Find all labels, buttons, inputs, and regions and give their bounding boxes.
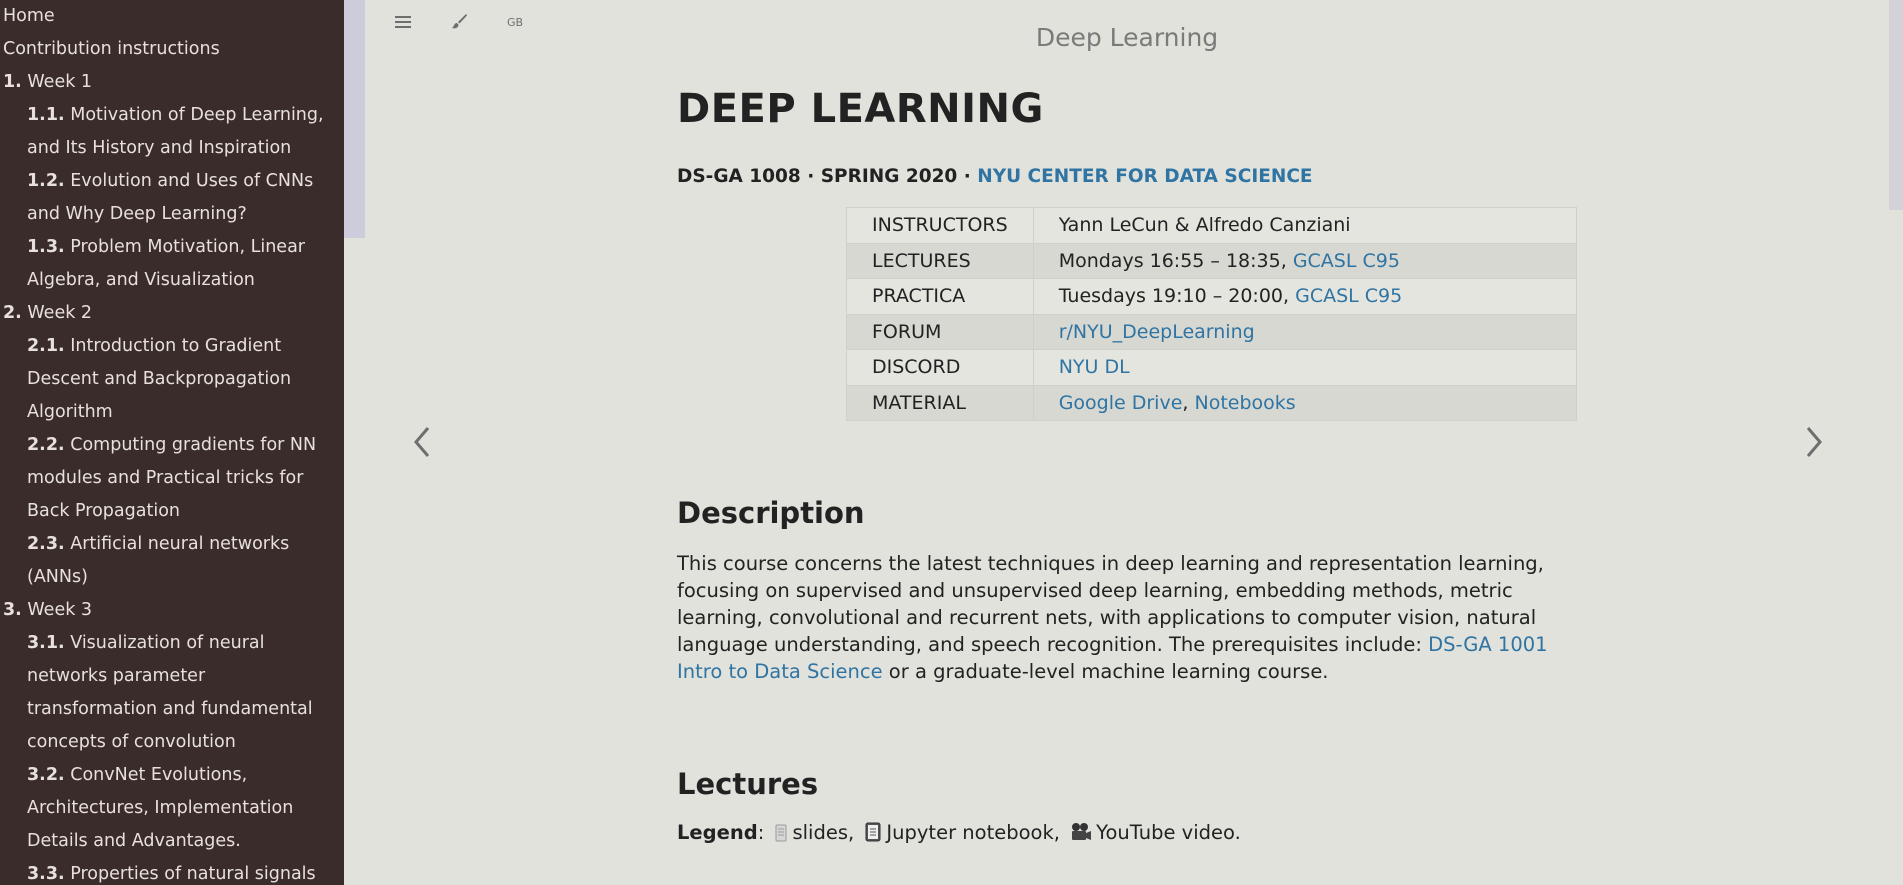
sidebar-item-label: Motivation of Deep Learning, and Its His… [27,105,324,158]
table-row: MATERIAL Google Drive, Notebooks [846,384,1578,421]
sidebar-item-number: 2.1. [27,336,65,356]
sidebar-item-number: 1.3. [27,237,65,257]
sidebar-item-number: 2.3. [27,534,65,554]
course-subtitle: DS-GA 1008 · SPRING 2020 · NYU CENTER FO… [677,166,1577,187]
sidebar-item[interactable]: 1.1. Motivation of Deep Learning, and It… [0,99,344,165]
legend-label: Legend [677,821,758,844]
previous-chapter-arrow-icon[interactable] [402,422,442,462]
sidebar-item-label: Evolution and Uses of CNNs and Why Deep … [27,171,314,224]
legend-colon: : [757,821,765,844]
sidebar-item-number: 1.1. [27,105,65,125]
notebook-icon [864,822,882,847]
forum-value: r/NYU_DeepLearning [1032,313,1578,350]
practica-value: Tuesdays 19:10 – 20:00, GCASL C95 [1032,278,1578,315]
course-info-table: INSTRUCTORS Yann LeCun & Alfredo Canzian… [846,207,1578,421]
sidebar-item[interactable]: 3.1. Visualization of neural networks pa… [0,627,344,759]
page-title: DEEP LEARNING [677,86,1044,132]
sidebar-scrollbar[interactable] [344,0,365,238]
practica-location-link[interactable]: GCASL C95 [1295,285,1402,307]
sidebar-item[interactable]: 3. Week 3 [0,594,344,627]
material-separator: , [1182,391,1195,414]
table-row: PRACTICA Tuesdays 19:10 – 20:00, GCASL C… [846,278,1578,315]
google-drive-link[interactable]: Google Drive [1059,392,1183,414]
slides-icon [774,824,788,847]
notebooks-link[interactable]: Notebooks [1194,392,1295,414]
sidebar-item-number: 3.3. [27,864,65,884]
material-key: MATERIAL [846,384,1034,421]
sidebar-item-number: 1.2. [27,171,65,191]
sidebar-item[interactable]: 2. Week 2 [0,297,344,330]
sidebar-item[interactable]: 3.3. Properties of natural signals [0,858,344,885]
sidebar-item[interactable]: 1.3. Problem Motivation, Linear Algebra,… [0,231,344,297]
book-title: Deep Learning [1035,22,1219,52]
table-row: FORUM r/NYU_DeepLearning [846,313,1578,350]
practica-key: PRACTICA [846,278,1034,315]
table-row: LECTURES Mondays 16:55 – 18:35, GCASL C9… [846,242,1578,279]
sidebar-item-label: Introduction to Gradient Descent and Bac… [27,336,292,422]
table-row: INSTRUCTORS Yann LeCun & Alfredo Canzian… [846,207,1578,244]
description-text: This course concerns the latest techniqu… [677,552,1544,656]
sidebar-item-number: 3.1. [27,633,65,653]
sidebar-item-label: Week 3 [27,600,93,620]
instructors-value: Yann LeCun & Alfredo Canziani [1032,207,1578,244]
sidebar-item-label: Visualization of neural networks paramet… [27,633,313,752]
main-content: DEEP LEARNING DS-GA 1008 · SPRING 2020 ·… [677,80,1578,847]
legend: Legend: slides, Jupyter notebook, YouTub… [677,821,1577,847]
description-paragraph: This course concerns the latest techniqu… [677,550,1577,685]
discord-link[interactable]: NYU DL [1059,356,1130,378]
lectures-location-link[interactable]: GCASL C95 [1293,250,1400,272]
sidebar-item[interactable]: 3.2. ConvNet Evolutions, Architectures, … [0,759,344,858]
cds-link[interactable]: NYU CENTER FOR DATA SCIENCE [977,166,1312,187]
discord-value: NYU DL [1032,349,1578,386]
course-code: DS-GA 1008 · SPRING 2020 · [677,166,978,187]
legend-video: YouTube video. [1096,821,1241,844]
lectures-value: Mondays 16:55 – 18:35, GCASL C95 [1032,242,1578,279]
sidebar-item[interactable]: Home [0,0,344,33]
lectures-heading: Lectures [677,767,819,801]
sidebar-item[interactable]: 1. Week 1 [0,66,344,99]
video-camera-icon [1070,822,1092,847]
table-row: DISCORD NYU DL [846,349,1578,386]
sidebar-item-number: 3.2. [27,765,65,785]
discord-key: DISCORD [846,349,1034,386]
sidebar-item-label: Home [3,6,55,26]
sidebar-item-label: Problem Motivation, Linear Algebra, and … [27,237,305,290]
forum-link[interactable]: r/NYU_DeepLearning [1059,321,1255,343]
next-chapter-arrow-icon[interactable] [1794,422,1834,462]
instructors-key: INSTRUCTORS [846,207,1034,244]
legend-slides: slides, [792,821,855,844]
sidebar-item-label: Week 2 [27,303,93,323]
sidebar-item-label: ConvNet Evolutions, Architectures, Imple… [27,765,294,851]
sidebar-item[interactable]: 2.2. Computing gradients for NN modules … [0,429,344,528]
sidebar-item-number: 1. [3,72,22,92]
sidebar-item-label: Computing gradients for NN modules and P… [27,435,317,521]
sidebar-item-label: Contribution instructions [3,39,220,59]
sidebar-item-label: Week 1 [27,72,93,92]
sidebar-item-number: 3. [3,600,22,620]
sidebar-item[interactable]: 2.3. Artificial neural networks (ANNs) [0,528,344,594]
sidebar-item[interactable]: Contribution instructions [0,33,344,66]
sidebar-item-label: Properties of natural signals [70,864,316,884]
sidebar-list: Home Contribution instructions 1. Week 1 1.… [0,0,344,885]
material-value: Google Drive, Notebooks [1032,384,1578,421]
sidebar-item[interactable]: 2.1. Introduction to Gradient Descent an… [0,330,344,429]
sidebar-item-number: 2.2. [27,435,65,455]
sidebar-item-label: Artificial neural networks (ANNs) [27,534,290,587]
page-scrollbar[interactable] [1889,0,1903,210]
sidebar-item-number: 2. [3,303,22,323]
legend-notebook: Jupyter notebook, [886,821,1060,844]
sidebar-item[interactable]: 1.2. Evolution and Uses of CNNs and Why … [0,165,344,231]
sidebar: Home Contribution instructions 1. Week 1 1.… [0,0,344,885]
lectures-key: LECTURES [846,242,1034,279]
practica-time: Tuesdays 19:10 – 20:00, [1058,285,1296,308]
lectures-time: Mondays 16:55 – 18:35, [1058,249,1293,272]
description-heading: Description [677,496,865,530]
menu-bar: GB Deep Learning [365,0,1889,52]
forum-key: FORUM [846,313,1034,350]
description-tail: or a graduate-level machine learning cou… [882,660,1329,683]
